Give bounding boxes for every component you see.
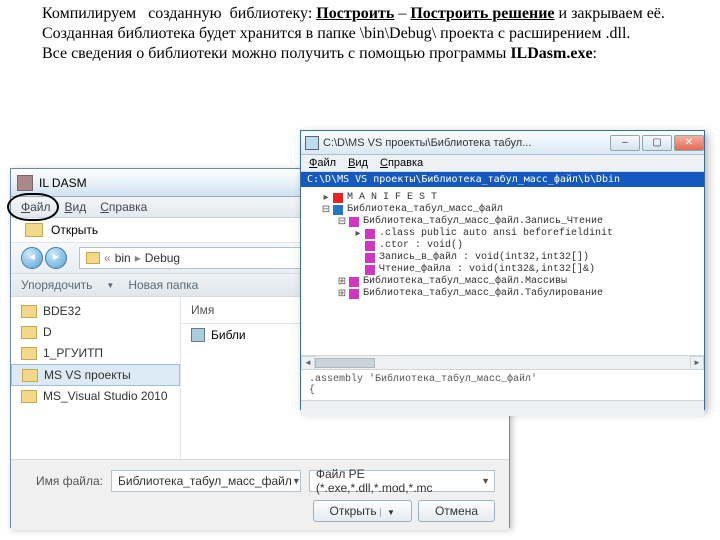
window-title: IL DASM [39,176,87,190]
tree-view[interactable]: ▸M A N I F E S T ⊟Библиотека_табул_масс_… [301,187,704,355]
statusbar [301,400,704,416]
ild-titlebar[interactable]: C:\D\MS VS проекты\Библиотека табул... –… [301,131,704,155]
folder-open-icon [25,223,43,237]
new-folder-button[interactable]: Новая папка [128,278,198,292]
side-item[interactable]: MS_Visual Studio 2010 [43,389,168,403]
side-item[interactable]: 1_РГУИТП [43,346,103,360]
organize-button[interactable]: Упорядочить [21,278,92,292]
document-body: Компилируем созданную библиотеку: Постро… [0,0,720,70]
annotation-circle [7,193,59,221]
cancel-button[interactable]: Отмена [418,500,495,522]
close-button[interactable]: ✕ [674,135,704,151]
scroll-left-icon[interactable]: ◄ [301,356,315,370]
menu-help[interactable]: Справка [380,157,423,169]
folder-icon [86,252,100,264]
filename-input[interactable]: Библиотека_табул_масс_файл▼ [111,470,301,492]
ildasm-window: C:\D\MS VS проекты\Библиотека табул... –… [300,130,705,410]
window-title: C:\D\MS VS проекты\Библиотека табул... [323,137,531,149]
menu-file[interactable]: Файл [309,157,336,169]
horizontal-scrollbar[interactable]: ◄ ► [301,355,704,369]
scroll-thumb[interactable] [315,358,375,368]
dll-icon [191,328,205,342]
menu-help[interactable]: Справка [100,200,147,214]
open-label: Открыть [51,223,98,237]
nav-back-button[interactable]: ◄ [21,247,43,269]
open-button[interactable]: Открыть ▼ [313,500,412,522]
assembly-path: C:\D\MS VS проекты\Библиотека_табул_масс… [301,172,704,187]
app-icon [305,136,319,150]
side-item[interactable]: D [43,325,52,339]
filename-label: Имя файла: [25,474,103,488]
maximize-button[interactable]: ▢ [642,135,672,151]
side-item-selected[interactable]: MS VS проекты [44,368,131,382]
filetype-select[interactable]: Файл PE (*.exe,*.dll,*.mod,*.mc▼ [309,470,495,492]
side-item[interactable]: BDE32 [43,304,81,318]
nav-fwd-button[interactable]: ► [45,247,67,269]
ild-menubar: Файл Вид Справка [301,155,704,172]
app-icon [17,175,33,191]
menu-view[interactable]: Вид [65,200,87,214]
info-panel: .assembly 'Библиотека_табул_масс_файл' { [301,369,704,400]
folder-tree[interactable]: BDE32 D 1_РГУИТП MS VS проекты MS_Visual… [11,297,181,459]
scroll-right-icon[interactable]: ► [690,356,704,370]
menu-view[interactable]: Вид [348,157,368,169]
minimize-button[interactable]: – [610,135,640,151]
